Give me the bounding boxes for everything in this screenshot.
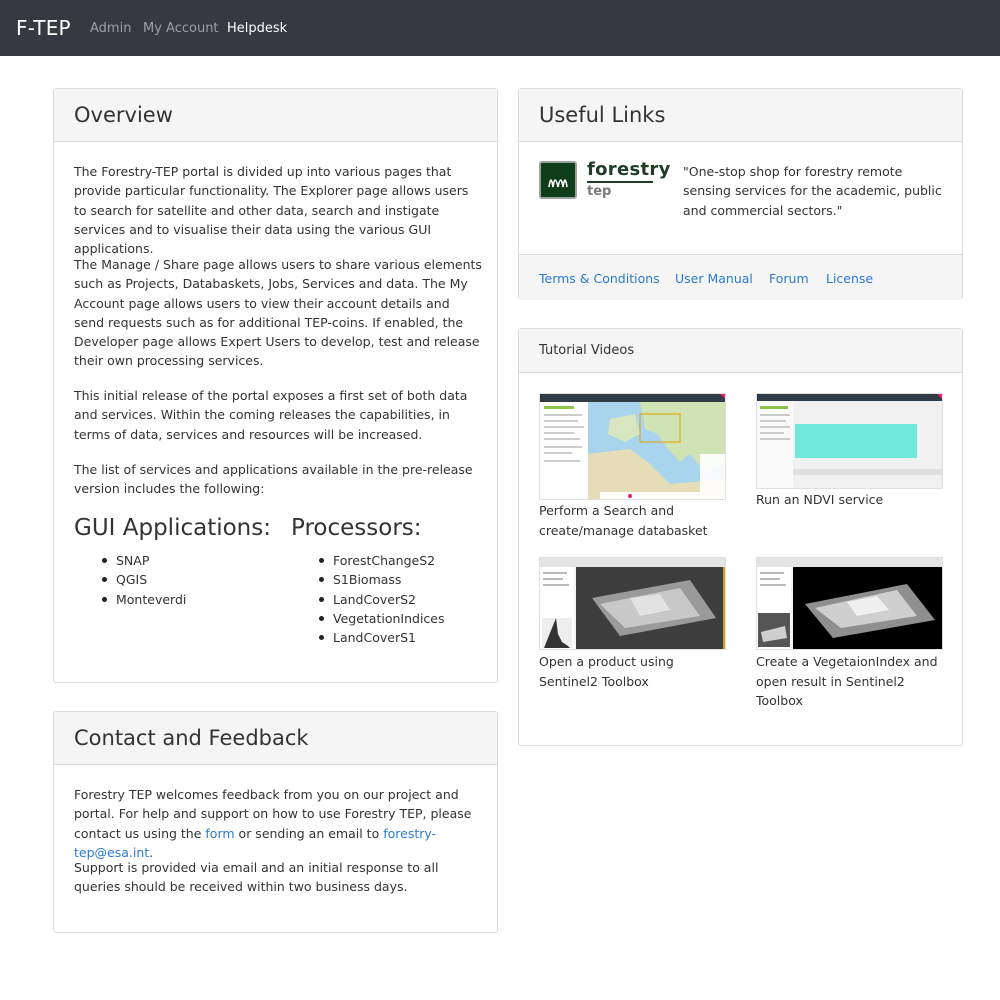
list-item: ForestChangeS2 <box>317 551 445 570</box>
nav-link-admin[interactable]: Admin <box>90 21 131 36</box>
overview-paragraph: The Forestry-TEP portal is divided up in… <box>74 164 469 257</box>
license-link[interactable]: License <box>826 271 873 286</box>
terms-link[interactable]: Terms & Conditions <box>539 271 660 286</box>
list-item: LandCoverS2 <box>317 590 445 609</box>
processors-heading: Processors: <box>291 515 422 541</box>
video-caption[interactable]: Run an NDVI service <box>756 490 946 510</box>
overview-paragraph: The Manage / Share page allows users to … <box>74 257 482 369</box>
list-item: VegetationIndices <box>317 609 445 628</box>
video-thumbnail-sentinel2[interactable] <box>539 557 726 650</box>
overview-panel: Overview The Forestry-TEP portal is divi… <box>53 88 498 683</box>
useful-links-panel: Useful Links forestry tep "One-stop shop… <box>518 88 963 300</box>
video-thumbnail-ndvi[interactable] <box>756 393 943 489</box>
contact-panel: Contact and Feedback Forestry TEP welcom… <box>53 711 498 933</box>
useful-links-title: Useful Links <box>539 103 666 127</box>
list-item: QGIS <box>100 570 186 589</box>
contact-text: or sending an email to <box>238 825 380 841</box>
video-thumbnail-search[interactable] <box>539 393 726 500</box>
brand-logo[interactable]: F-TEP <box>16 16 71 40</box>
overview-paragraph: The list of services and applications av… <box>74 462 473 497</box>
gui-applications-heading: GUI Applications: <box>74 515 271 541</box>
video-caption[interactable]: Create a VegetaionIndex and open result … <box>756 652 946 711</box>
gui-applications-list: SNAP QGIS Monteverdi <box>100 551 186 609</box>
contact-paragraph: Forestry TEP welcomes feedback from you … <box>74 785 484 862</box>
processors-list: ForestChangeS2 S1Biomass LandCoverS2 Veg… <box>317 551 445 647</box>
contact-title: Contact and Feedback <box>74 726 309 750</box>
useful-links-footer: Terms & Conditions User Manual Forum Lic… <box>519 254 962 300</box>
forum-link[interactable]: Forum <box>769 271 809 286</box>
list-item: SNAP <box>100 551 186 570</box>
tutorial-videos-panel: Tutorial Videos Perform a Search and cre… <box>518 328 963 746</box>
tutorial-videos-title: Tutorial Videos <box>539 343 635 358</box>
useful-links-quote: "One-stop shop for forestry remote sensi… <box>683 164 942 218</box>
overview-title: Overview <box>74 103 173 127</box>
video-caption[interactable]: Open a product using Sentinel2 Toolbox <box>539 652 729 691</box>
top-navbar: F-TEP Admin My Account Helpdesk <box>0 0 1000 56</box>
contact-panel-heading: Contact and Feedback <box>54 712 497 765</box>
overview-paragraph: This initial release of the portal expos… <box>74 388 468 442</box>
nav-link-my-account[interactable]: My Account <box>143 21 219 36</box>
support-paragraph: Support is provided via email and an ini… <box>74 860 439 895</box>
overview-panel-heading: Overview <box>54 89 497 142</box>
logo-sub: tep <box>587 184 612 199</box>
list-item: Monteverdi <box>100 590 186 609</box>
tutorial-videos-heading: Tutorial Videos <box>519 329 962 373</box>
video-thumbnail-vegetation-index[interactable] <box>756 557 943 650</box>
logo-divider <box>587 181 653 183</box>
nav-link-helpdesk[interactable]: Helpdesk <box>227 21 287 36</box>
useful-links-heading: Useful Links <box>519 89 962 142</box>
video-caption[interactable]: Perform a Search and create/manage datab… <box>539 501 729 540</box>
list-item: S1Biomass <box>317 570 445 589</box>
logo-wordmark: forestry <box>587 159 671 180</box>
contact-form-link[interactable]: form <box>205 826 234 841</box>
forestry-tep-logo-icon <box>539 161 577 199</box>
user-manual-link[interactable]: User Manual <box>675 271 753 286</box>
list-item: LandCoverS1 <box>317 628 445 647</box>
